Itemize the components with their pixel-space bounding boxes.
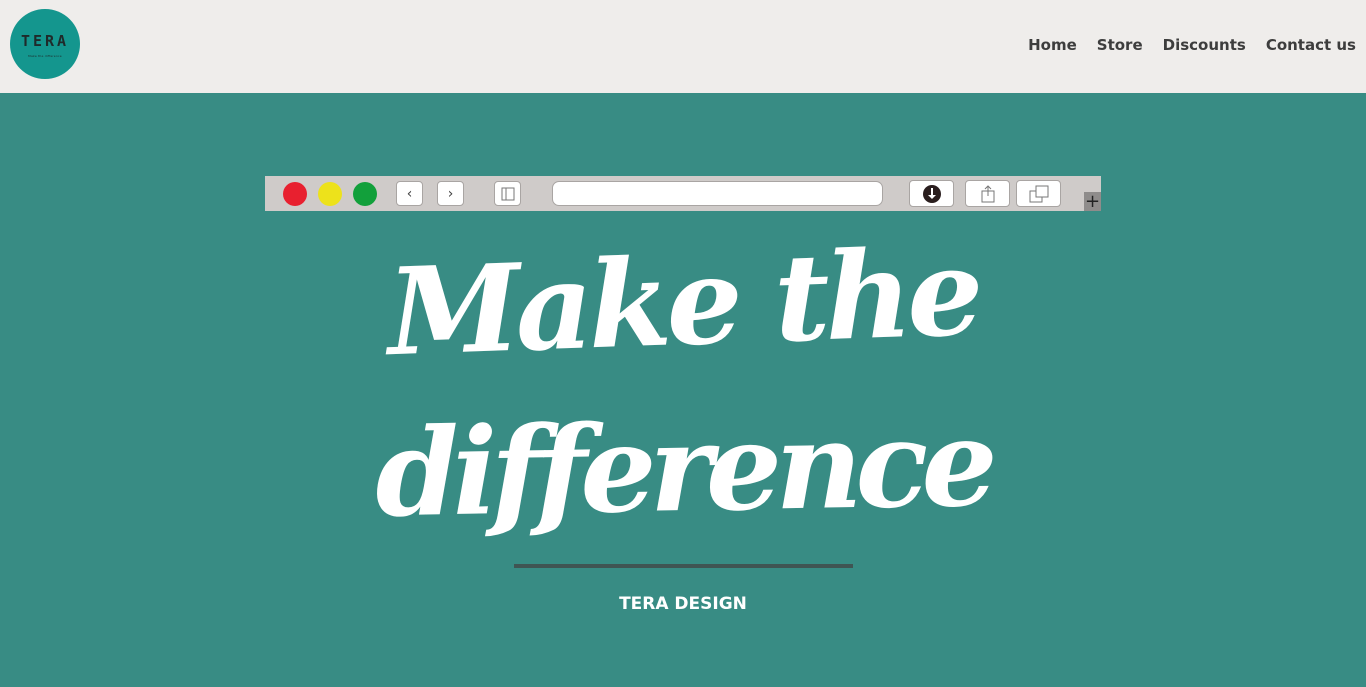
forward-glyph: › (447, 185, 454, 202)
close-dot-icon (283, 182, 307, 206)
nav-home[interactable]: Home (1028, 36, 1077, 54)
hero-divider (514, 564, 853, 568)
sidebar-icon (494, 181, 521, 206)
back-arrow-icon: ‹ (396, 181, 423, 206)
tabs-icon (1016, 180, 1061, 207)
share-icon (965, 180, 1010, 207)
download-icon (909, 180, 954, 207)
hero-headline-line-1: Make the (385, 221, 981, 384)
hero-tagline: TERA DESIGN (619, 594, 747, 614)
hero-headline-line-2: difference (374, 392, 992, 545)
logo-text: TERA (20, 32, 70, 50)
nav-store[interactable]: Store (1097, 36, 1143, 54)
back-glyph: ‹ (406, 185, 413, 202)
logo-tagline: Make the difference (28, 54, 62, 58)
plus-icon: + (1084, 192, 1101, 211)
minimize-dot-icon (318, 182, 342, 206)
nav-contact-us[interactable]: Contact us (1266, 36, 1356, 54)
plus-glyph: + (1084, 191, 1101, 212)
site-header: TERA Make the difference Home Store Disc… (0, 0, 1366, 93)
maximize-dot-icon (353, 182, 377, 206)
address-bar-illustration (552, 181, 883, 206)
logo[interactable]: TERA Make the difference (10, 9, 80, 79)
nav-discounts[interactable]: Discounts (1163, 36, 1246, 54)
main-nav: Home Store Discounts Contact us (1028, 36, 1356, 54)
forward-arrow-icon: › (437, 181, 464, 206)
